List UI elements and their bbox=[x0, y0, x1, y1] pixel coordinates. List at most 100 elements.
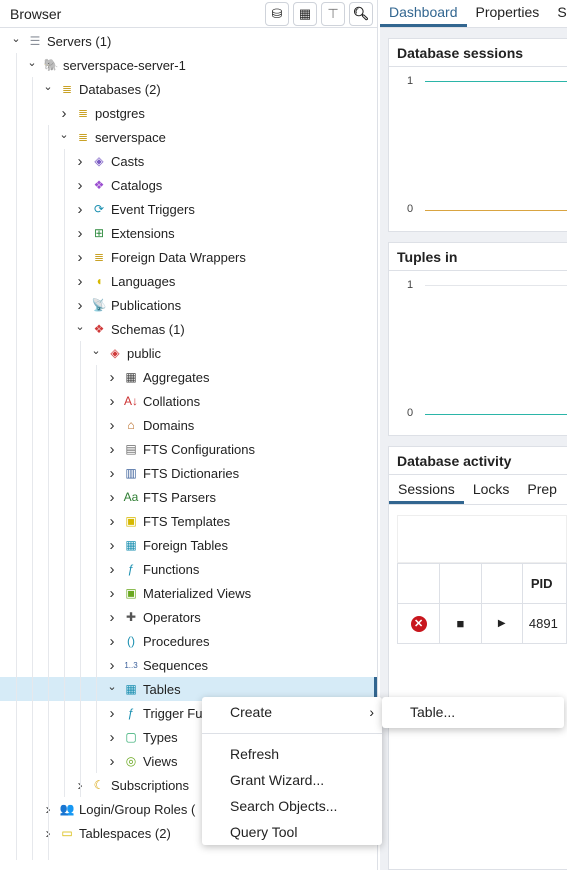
tree-node-servers-1[interactable]: ⌄ ☰ Servers (1) bbox=[0, 29, 377, 53]
tree-node-serverspace-server-1[interactable]: ⌄ 🐘 serverspace-server-1 bbox=[0, 53, 377, 77]
chevron-right-icon[interactable]: › bbox=[105, 657, 119, 674]
chevron-right-icon[interactable]: › bbox=[73, 225, 87, 242]
tree-node-sequences[interactable]: › 1..3 Sequences bbox=[0, 653, 377, 677]
chevron-right-icon[interactable]: › bbox=[105, 705, 119, 722]
database-sessions-card: Database sessions 1 0 bbox=[388, 38, 567, 232]
chevron-right-icon[interactable]: › bbox=[73, 153, 87, 170]
chevron-right-icon[interactable]: › bbox=[105, 417, 119, 434]
tree-node-languages[interactable]: › ◖ Languages bbox=[0, 269, 377, 293]
tree-node-databases-2[interactable]: ⌄ ≣ Databases (2) bbox=[0, 77, 377, 101]
menu-item-refresh[interactable]: Refresh bbox=[202, 741, 382, 767]
postgres-elephant-icon: 🐘 bbox=[43, 58, 59, 72]
expand-details-icon[interactable]: ▶ bbox=[480, 603, 523, 644]
tree-node-label: Publications bbox=[111, 297, 182, 313]
chevron-down-icon[interactable]: ⌄ bbox=[9, 32, 23, 45]
functions-icon: ƒ bbox=[127, 562, 135, 576]
chevron-right-icon[interactable]: › bbox=[105, 393, 119, 410]
chevron-right-icon[interactable]: › bbox=[105, 369, 119, 386]
tab-dashboard[interactable]: Dashboard bbox=[380, 0, 467, 27]
tree-node-casts[interactable]: › ◈ Casts bbox=[0, 149, 377, 173]
tree-node-label: Casts bbox=[111, 153, 145, 169]
chevron-right-icon[interactable]: › bbox=[105, 441, 119, 458]
tree-node-domains[interactable]: › ⌂ Domains bbox=[0, 413, 377, 437]
tab-sql[interactable]: S bbox=[548, 0, 567, 27]
y-tick: 1 bbox=[407, 279, 414, 291]
chevron-down-icon[interactable]: ⌄ bbox=[105, 680, 119, 693]
menu-item-table[interactable]: Table... bbox=[382, 699, 564, 725]
chevron-right-icon[interactable]: › bbox=[105, 465, 119, 482]
sessions-table: PID ✕ ■ ▶ 4891 bbox=[396, 563, 567, 644]
tree-node-event-triggers[interactable]: › ⟳ Event Triggers bbox=[0, 197, 377, 221]
series-line bbox=[425, 81, 567, 82]
chevron-right-icon[interactable]: › bbox=[105, 585, 119, 602]
tree-node-foreign-data-wrappers[interactable]: › ≣ Foreign Data Wrappers bbox=[0, 245, 377, 269]
tab-prepared[interactable]: Prep bbox=[518, 475, 566, 504]
chevron-right-icon[interactable]: › bbox=[57, 105, 71, 122]
tree-node-functions[interactable]: › ƒ Functions bbox=[0, 557, 377, 581]
tree-node-catalogs[interactable]: › ❖ Catalogs bbox=[0, 173, 377, 197]
chevron-right-icon[interactable]: › bbox=[105, 753, 119, 770]
terminate-session-icon[interactable]: ✕ bbox=[396, 603, 441, 644]
filtered-rows-button[interactable]: ⊤ bbox=[321, 1, 345, 26]
menu-item-query-tool[interactable]: Query Tool bbox=[202, 819, 382, 845]
chevron-right-icon[interactable]: › bbox=[105, 633, 119, 650]
chevron-right-icon[interactable]: › bbox=[73, 297, 87, 314]
chevron-right-icon[interactable]: › bbox=[105, 561, 119, 578]
chevron-right-icon[interactable]: › bbox=[73, 201, 87, 218]
languages-icon: ◖ bbox=[95, 274, 103, 288]
menu-item-search-objects[interactable]: Search Objects... bbox=[202, 793, 382, 819]
tab-sessions[interactable]: Sessions bbox=[389, 475, 464, 504]
views-icon: ◎ bbox=[125, 754, 137, 768]
procedures-icon: () bbox=[127, 634, 135, 648]
tree-node-label: Views bbox=[143, 753, 178, 769]
tree-node-postgres[interactable]: › ≣ postgres bbox=[0, 101, 377, 125]
menu-item-create[interactable]: Create › bbox=[202, 698, 382, 726]
tree-node-materialized-views[interactable]: › ▣ Materialized Views bbox=[0, 581, 377, 605]
chevron-right-icon[interactable]: › bbox=[105, 513, 119, 530]
chevron-down-icon[interactable]: ⌄ bbox=[73, 320, 87, 333]
tree-node-aggregates[interactable]: › ▦ Aggregates bbox=[0, 365, 377, 389]
pid-cell: 4891 bbox=[521, 603, 567, 644]
chevron-down-icon[interactable]: ⌄ bbox=[57, 128, 71, 141]
tree-node-label: Servers (1) bbox=[47, 33, 112, 49]
tree-node-extensions[interactable]: › ⊞ Extensions bbox=[0, 221, 377, 245]
tree-node-fts-templates[interactable]: › ▣ FTS Templates bbox=[0, 509, 377, 533]
tab-locks[interactable]: Locks bbox=[464, 475, 519, 504]
menu-item-grant-wizard[interactable]: Grant Wizard... bbox=[202, 767, 382, 793]
chevron-down-icon[interactable]: ⌄ bbox=[25, 56, 39, 69]
series-line bbox=[425, 414, 567, 415]
chevron-right-icon[interactable]: › bbox=[73, 273, 87, 290]
chevron-down-icon[interactable]: ⌄ bbox=[89, 344, 103, 357]
tree-node-serverspace[interactable]: ⌄ ≣ serverspace bbox=[0, 125, 377, 149]
tree-node-label: Subscriptions bbox=[111, 777, 190, 793]
tree-node-operators[interactable]: › ✚ Operators bbox=[0, 605, 377, 629]
tab-properties[interactable]: Properties bbox=[467, 0, 549, 27]
query-tool-button[interactable]: ⛁ bbox=[265, 1, 289, 26]
view-data-button[interactable]: ▦ bbox=[293, 1, 317, 26]
chevron-right-icon[interactable]: › bbox=[73, 177, 87, 194]
roles-icon: 👥 bbox=[59, 802, 75, 816]
tree-node-foreign-tables[interactable]: › ▦ Foreign Tables bbox=[0, 533, 377, 557]
publications-icon: 📡 bbox=[91, 298, 107, 312]
cancel-query-icon[interactable]: ■ bbox=[439, 603, 482, 644]
chevron-right-icon[interactable]: › bbox=[105, 729, 119, 746]
tree-node-publications[interactable]: › 📡 Publications bbox=[0, 293, 377, 317]
chevron-right-icon: › bbox=[369, 704, 374, 720]
tree-node-fts-parsers[interactable]: › Aa FTS Parsers bbox=[0, 485, 377, 509]
tree-node-fts-dictionaries[interactable]: › ▥ FTS Dictionaries bbox=[0, 461, 377, 485]
tree-node-fts-configurations[interactable]: › ▤ FTS Configurations bbox=[0, 437, 377, 461]
tablespaces-icon: ▭ bbox=[61, 826, 73, 840]
tree-node-procedures[interactable]: › () Procedures bbox=[0, 629, 377, 653]
tree-node-collations[interactable]: › A↓ Collations bbox=[0, 389, 377, 413]
chevron-right-icon[interactable]: › bbox=[73, 249, 87, 266]
tree-node-schemas-1[interactable]: ⌄ ❖ Schemas (1) bbox=[0, 317, 377, 341]
collations-icon: A↓ bbox=[123, 394, 138, 408]
database-activity-card: Database activity Sessions Locks Prep PI… bbox=[388, 446, 567, 870]
chevron-right-icon[interactable]: › bbox=[105, 537, 119, 554]
chevron-right-icon[interactable]: › bbox=[105, 609, 119, 626]
search-button[interactable]: 🔍︎ bbox=[349, 1, 373, 26]
chevron-right-icon[interactable]: › bbox=[105, 489, 119, 506]
chevron-down-icon[interactable]: ⌄ bbox=[41, 80, 55, 93]
extensions-icon: ⊞ bbox=[93, 226, 105, 240]
tree-node-public[interactable]: ⌄ ◈ public bbox=[0, 341, 377, 365]
